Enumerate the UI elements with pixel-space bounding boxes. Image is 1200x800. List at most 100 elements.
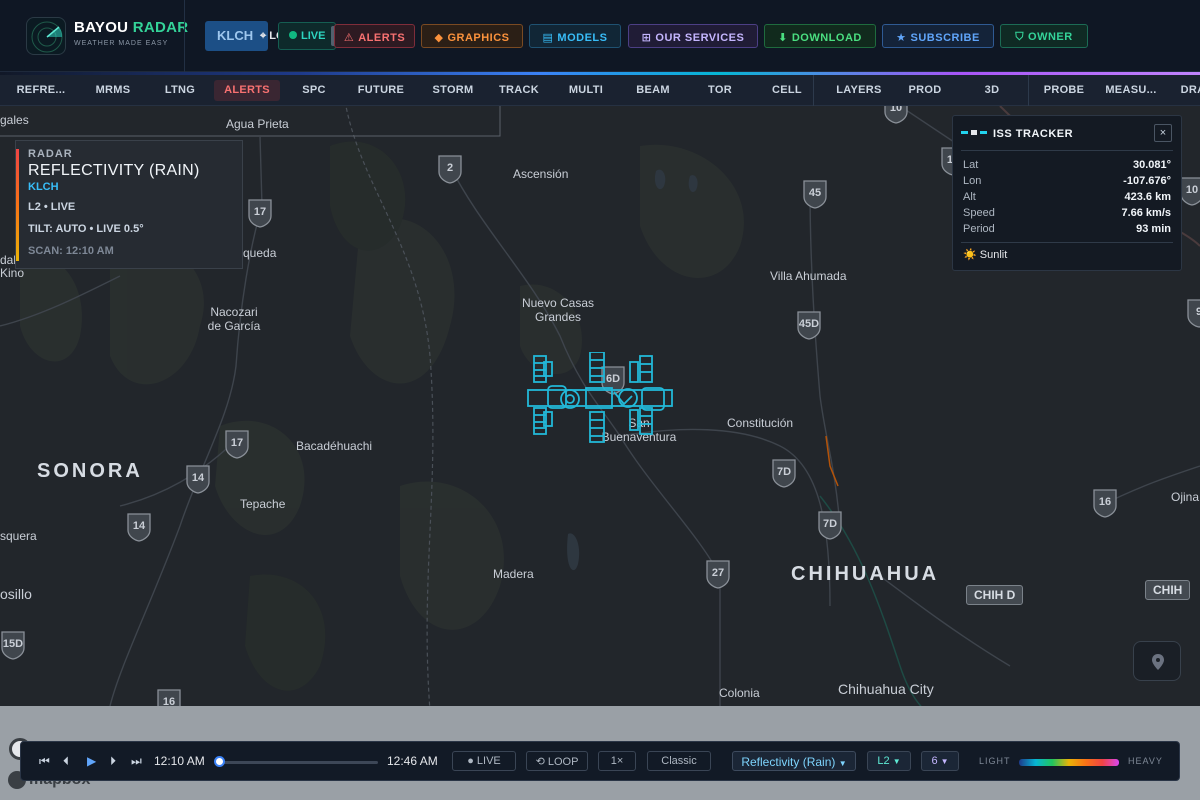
radar-info-panel: RADAR REFLECTIVITY (RAIN) KLCH L2 • LIVE… <box>15 140 243 269</box>
shield-number: 2 <box>446 162 454 174</box>
intensity-scale <box>1019 759 1119 766</box>
place-label: Bacadéhuachi <box>296 439 373 453</box>
highway-shield: 2 <box>437 154 463 184</box>
nav-label: OWNER <box>1028 31 1073 43</box>
level-select[interactable]: L2 ▼ <box>867 751 911 771</box>
shield-number: 14 <box>191 472 205 484</box>
iss-field-value: 7.66 km/s <box>1121 207 1171 219</box>
live-button[interactable]: LIVE <box>278 22 337 50</box>
iss-field-value: 93 min <box>1136 223 1171 235</box>
toolbar-item-alerts[interactable]: ALERTS <box>214 80 280 101</box>
diamond-icon: ◆ <box>434 32 444 44</box>
highway-shield: 16 <box>156 688 182 706</box>
iss-station-icon[interactable] <box>526 352 674 448</box>
toolbar-item-multi[interactable]: MULTI <box>553 80 619 101</box>
radar-logo-icon[interactable] <box>26 17 66 55</box>
shield-number: 7D <box>776 466 792 478</box>
iss-sunlit-status: ☀️ Sunlit <box>963 249 1008 261</box>
toolbar-item-probe[interactable]: PROBE <box>1031 80 1097 101</box>
dot-icon: ● <box>467 755 474 767</box>
highway-shield: 17 <box>224 429 250 459</box>
step-forward-icon[interactable]: ⏵ <box>110 754 116 769</box>
iss-tracker-panel: ISS TRACKER × Lat 30.081° Lon -107.676° Alt 4… <box>952 115 1182 271</box>
toolbar-item-tor[interactable]: TOR <box>687 80 753 101</box>
highway-shield: 17 <box>247 198 273 228</box>
toolbar-item-layers[interactable]: LAYERS <box>826 80 892 101</box>
top-header: BAYOU RADAR WEATHER MADE EASY KLCH ⌖ LOC… <box>0 0 1200 72</box>
radar-tilt: TILT: AUTO • LIVE 0.5° <box>28 223 144 235</box>
shield-number: 14 <box>132 520 146 532</box>
step-back-icon[interactable]: ⏴ <box>63 754 69 769</box>
toolbar-item-future[interactable]: FUTURE <box>348 80 414 101</box>
radar-level: L2 • LIVE <box>28 201 76 213</box>
nav-download-button[interactable]: ⬇ DOWNLOAD <box>764 24 876 48</box>
toolbar-item-refre[interactable]: REFRE... <box>8 80 74 101</box>
live-dot-icon <box>289 31 297 39</box>
map-locate-button[interactable] <box>1133 641 1181 681</box>
iss-field-label: Alt <box>963 191 976 203</box>
nav-our-services-button[interactable]: ⊞ OUR SERVICES <box>628 24 758 48</box>
skip-end-icon[interactable]: ⏭ <box>131 754 142 769</box>
toolbar-item-ltng[interactable]: LTNG <box>147 80 213 101</box>
nav-label: MODELS <box>557 32 608 44</box>
nav-graphics-button[interactable]: ◆ GRAPHICS <box>421 24 523 48</box>
toolbar-item-beam[interactable]: BEAM <box>620 80 686 101</box>
play-icon[interactable]: ▶ <box>87 754 96 768</box>
start-time: 12:10 AM <box>154 754 205 768</box>
toolbar-item-spc[interactable]: SPC <box>281 80 347 101</box>
map-pin-icon <box>1152 654 1164 670</box>
close-icon[interactable]: × <box>1154 124 1172 142</box>
highway-shield: 27 <box>705 559 731 589</box>
product-select[interactable]: Reflectivity (Rain) ▼ <box>732 751 856 771</box>
brand-name: BAYOU RADAR <box>74 19 189 36</box>
divider <box>961 242 1173 243</box>
nav-subscribe-button[interactable]: ★ SUBSCRIBE <box>882 24 994 48</box>
iss-field-value: -107.676° <box>1123 175 1171 187</box>
nav-label: ALERTS <box>358 32 406 44</box>
toolbar-item-cell[interactable]: CELL <box>754 80 820 101</box>
header-divider <box>184 0 185 72</box>
nav-alerts-button[interactable]: ⚠ ALERTS <box>334 24 415 48</box>
frame-count-select[interactable]: 6 ▼ <box>921 751 959 771</box>
shield-number: 16 <box>162 696 176 706</box>
nav-label: GRAPHICS <box>447 32 510 44</box>
timeline-slider[interactable] <box>218 761 378 764</box>
highway-shield: 16 <box>1092 488 1118 518</box>
iss-field-label: Lat <box>963 159 979 171</box>
shield-number: 45D <box>798 318 820 330</box>
style-select[interactable]: Classic <box>647 751 711 771</box>
iss-field-label: Lon <box>963 175 982 187</box>
timeline-handle[interactable] <box>214 756 225 767</box>
nav-models-button[interactable]: ▤ MODELS <box>529 24 621 48</box>
toolbar-item-mrms[interactable]: MRMS <box>80 80 146 101</box>
toolbar-item-measu[interactable]: MEASU... <box>1098 80 1164 101</box>
highway-shield: 14 <box>126 512 152 542</box>
shield-number: 9 <box>1195 306 1200 318</box>
toolbar-item-prod[interactable]: PROD <box>892 80 958 101</box>
toolbar-item-storm[interactable]: STORM <box>420 80 486 101</box>
place-label: Agua Prieta <box>226 117 289 131</box>
highway-shield: 7D <box>817 510 843 540</box>
speed-select[interactable]: 1× <box>598 751 636 771</box>
scale-low-label: LIGHT <box>979 756 1011 766</box>
live-toggle[interactable]: ● LIVE <box>452 751 516 771</box>
chevron-down-icon: ▼ <box>892 757 901 766</box>
loop-toggle[interactable]: ⟲ LOOP <box>526 751 588 771</box>
shield-number: 10 <box>1185 184 1199 196</box>
radar-scan-time: SCAN: 12:10 AM <box>28 245 114 257</box>
toolbar-item-3d[interactable]: 3D <box>959 80 1025 101</box>
download-icon: ⬇ <box>778 32 788 44</box>
shield-number: 10 <box>889 106 903 114</box>
iss-field-value: 423.6 km <box>1124 191 1171 203</box>
skip-start-icon[interactable]: ⏮ <box>39 754 50 769</box>
iss-row-period: Period 93 min <box>963 223 1171 237</box>
iss-title: ISS TRACKER <box>993 128 1074 140</box>
toolbar-item-track[interactable]: TRACK <box>486 80 552 101</box>
toolbar-item-draw[interactable]: DRAW <box>1165 80 1200 101</box>
place-label: Ascensión <box>513 167 569 181</box>
chevron-down-icon: ▼ <box>838 759 847 768</box>
crosshair-icon: ⌖ <box>260 30 267 42</box>
place-label: Ojina <box>1171 490 1200 504</box>
nav-owner-button[interactable]: ⛉ OWNER <box>1000 24 1088 48</box>
shield-number: 15D <box>2 638 24 650</box>
